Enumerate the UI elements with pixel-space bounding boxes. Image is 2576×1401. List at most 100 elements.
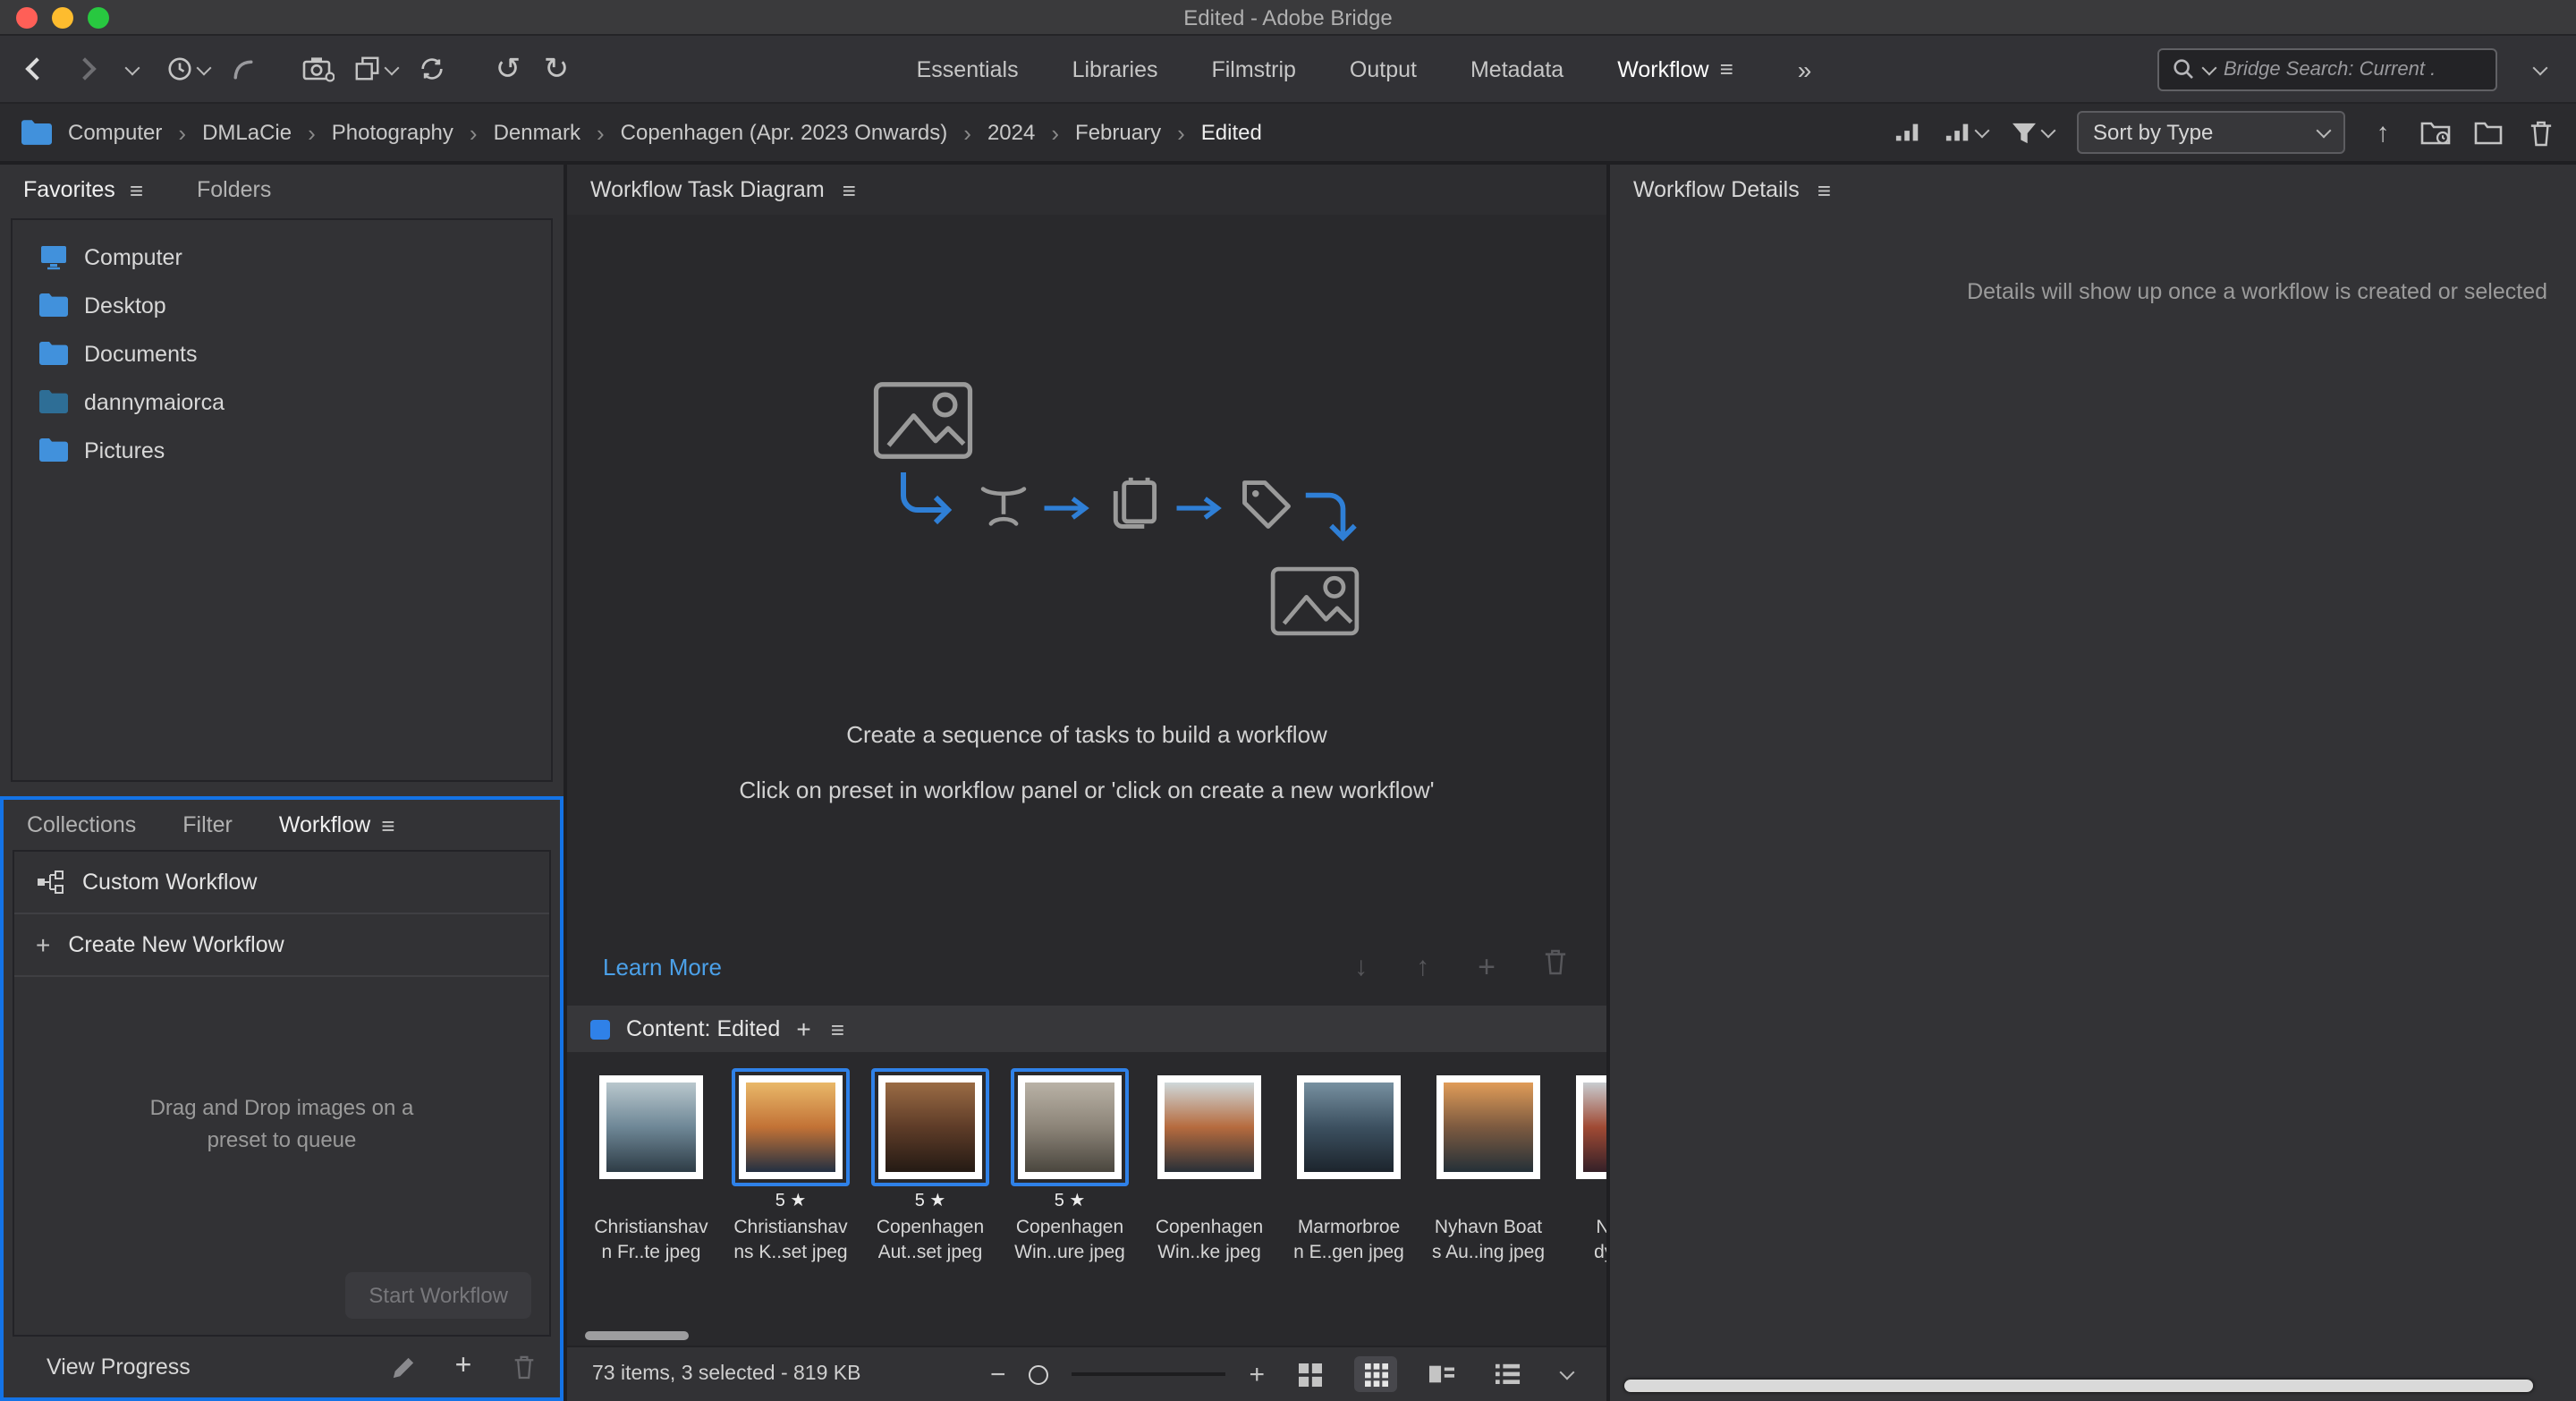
thumbnail-size-slider-handle[interactable] — [1029, 1364, 1048, 1384]
content-menu-icon[interactable]: ≡ — [831, 1015, 844, 1042]
tab-libraries[interactable]: Libraries — [1072, 56, 1158, 81]
sync-button[interactable] — [417, 49, 445, 89]
up-arrow-icon: ↑ — [2377, 119, 2390, 146]
favorite-item-pictures[interactable]: Pictures — [13, 426, 551, 474]
thumbnail-rating[interactable]: 5 ★ — [915, 1190, 946, 1213]
zoom-in-button[interactable]: + — [1249, 1361, 1265, 1388]
get-photos-button[interactable] — [302, 49, 335, 89]
search-input[interactable] — [2224, 58, 2483, 80]
toolbar-collapse-button[interactable] — [2526, 49, 2555, 89]
thumbnail-item[interactable]: 5 ★ Copenhagen Aut..set jpeg — [868, 1068, 993, 1346]
tab-workflow[interactable]: Workflow — [1617, 56, 1708, 81]
back-button[interactable] — [21, 49, 50, 89]
thumbnail-item[interactable]: Christianshav n Fr..te jpeg — [589, 1068, 714, 1346]
thumbnail-size-slider-track[interactable] — [1072, 1372, 1225, 1376]
tab-metadata[interactable]: Metadata — [1470, 56, 1563, 81]
breadcrumb-edited[interactable]: Edited — [1201, 120, 1262, 145]
forward-button[interactable] — [70, 49, 98, 89]
add-workflow-button[interactable]: + — [449, 1347, 478, 1387]
sort-ascending-button[interactable]: ↑ — [2368, 113, 2397, 152]
select-all-checkbox[interactable] — [590, 1019, 610, 1039]
view-grid-large-button[interactable] — [1288, 1356, 1331, 1392]
breadcrumb-computer[interactable]: Computer — [68, 120, 162, 145]
favorite-item-home[interactable]: dannymaiorca — [13, 378, 551, 426]
favorite-item-desktop[interactable]: Desktop — [13, 281, 551, 329]
thumbnail-name-line1: Christianshav — [594, 1217, 708, 1238]
thumbnail-photo — [746, 1083, 835, 1172]
thumbnail-quality-button[interactable] — [1893, 113, 1921, 152]
close-window-button[interactable] — [16, 7, 38, 29]
thumbnail-item[interactable]: Copenhagen Win..ke jpeg — [1147, 1068, 1272, 1346]
zoom-window-button[interactable] — [88, 7, 109, 29]
breadcrumb-photography[interactable]: Photography — [332, 120, 453, 145]
delete-button[interactable] — [2526, 113, 2555, 152]
tab-filmstrip[interactable]: Filmstrip — [1211, 56, 1295, 81]
add-task-button[interactable]: + — [1478, 951, 1496, 981]
tab-workflow-panel[interactable]: Workflow — [279, 812, 370, 837]
workflow-panel-menu-icon[interactable]: ≡ — [381, 811, 394, 838]
filter-button[interactable] — [2011, 113, 2054, 152]
view-options-button[interactable] — [1553, 1354, 1581, 1394]
tab-essentials[interactable]: Essentials — [917, 56, 1019, 81]
favorite-item-documents[interactable]: Documents — [13, 329, 551, 378]
delete-task-button[interactable] — [1544, 948, 1567, 984]
workflow-details-menu-icon[interactable]: ≡ — [1818, 176, 1831, 203]
history-button[interactable] — [166, 49, 209, 89]
thumbnail-item[interactable]: 5 ★ Christianshav ns K..set jpeg — [728, 1068, 853, 1346]
tab-filter[interactable]: Filter — [182, 812, 233, 837]
tab-folders[interactable]: Folders — [197, 177, 271, 202]
move-task-up-button[interactable]: ↑ — [1416, 953, 1429, 980]
search-scope-chevron-icon[interactable] — [2201, 60, 2216, 75]
thumbnail-item[interactable]: 5 ★ Copenhagen Win..ure jpeg — [1007, 1068, 1132, 1346]
thumbnail-item[interactable]: Nyhavn Boat s Au..ing jpeg — [1426, 1068, 1551, 1346]
view-details-button[interactable] — [1420, 1356, 1463, 1392]
content-horizontal-scrollbar[interactable] — [585, 1331, 689, 1340]
nav-dropdown-button[interactable] — [118, 49, 147, 89]
view-list-button[interactable] — [1487, 1356, 1530, 1392]
preview-quality-button[interactable] — [1945, 113, 1987, 152]
sort-by-select[interactable]: Sort by Type — [2077, 111, 2345, 154]
workspace-overflow-button[interactable]: » — [1798, 55, 1812, 83]
minimize-window-button[interactable] — [52, 7, 73, 29]
breadcrumb-february[interactable]: February — [1075, 120, 1161, 145]
tab-favorites[interactable]: Favorites — [23, 177, 115, 202]
details-horizontal-scrollbar[interactable] — [1624, 1380, 2533, 1392]
breadcrumb-copenhagen[interactable]: Copenhagen (Apr. 2023 Onwards) — [621, 120, 948, 145]
task-diagram-menu-icon[interactable]: ≡ — [843, 176, 856, 203]
favorite-item-computer[interactable]: Computer — [13, 233, 551, 281]
breadcrumb-denmark[interactable]: Denmark — [494, 120, 580, 145]
create-new-workflow-button[interactable]: + Create New Workflow — [14, 914, 549, 977]
move-task-down-button[interactable]: ↓ — [1354, 953, 1368, 980]
edit-workflow-button[interactable] — [388, 1347, 417, 1387]
content-add-button[interactable]: + — [796, 1016, 810, 1041]
trash-icon — [2529, 119, 2552, 146]
redo-icon: ↻ — [544, 54, 570, 84]
favorites-panel-menu-icon[interactable]: ≡ — [130, 176, 143, 203]
zoom-out-button[interactable]: − — [990, 1361, 1006, 1388]
thumbnail-name-line1: Nyhavn — [1596, 1217, 1606, 1238]
tab-output[interactable]: Output — [1350, 56, 1417, 81]
learn-more-link[interactable]: Learn More — [603, 954, 722, 981]
thumbnail-item[interactable]: Nyhavn dy Day i — [1565, 1068, 1606, 1346]
recent-folder-button[interactable] — [2420, 113, 2451, 152]
undo-button[interactable]: ↺ — [494, 49, 522, 89]
delete-workflow-button[interactable] — [510, 1347, 538, 1387]
thumbnail-rating[interactable]: 5 ★ — [775, 1190, 807, 1213]
bridge-search-box[interactable] — [2157, 47, 2497, 90]
tab-collections[interactable]: Collections — [27, 812, 136, 837]
breadcrumb-2024[interactable]: 2024 — [987, 120, 1035, 145]
thumbnail-item[interactable]: Marmorbroe n E..gen jpeg — [1286, 1068, 1411, 1346]
home-folder-icon — [39, 390, 68, 413]
boomerang-button[interactable] — [229, 49, 258, 89]
workflow-details-panel: Workflow Details ≡ Details will show up … — [1610, 165, 2576, 1401]
start-workflow-button[interactable]: Start Workflow — [345, 1272, 531, 1319]
workflow-tab-menu-icon[interactable]: ≡ — [1720, 55, 1733, 82]
redo-button[interactable]: ↻ — [542, 49, 571, 89]
view-grid-button[interactable] — [1354, 1356, 1397, 1392]
view-progress-button[interactable]: View Progress — [47, 1354, 191, 1380]
thumbnail-rating[interactable]: 5 ★ — [1055, 1190, 1086, 1213]
preset-custom-workflow[interactable]: Custom Workflow — [14, 852, 549, 914]
breadcrumb-dmlacie[interactable]: DMLaCie — [202, 120, 292, 145]
new-folder-button[interactable] — [2474, 113, 2503, 152]
stack-button[interactable] — [354, 49, 397, 89]
